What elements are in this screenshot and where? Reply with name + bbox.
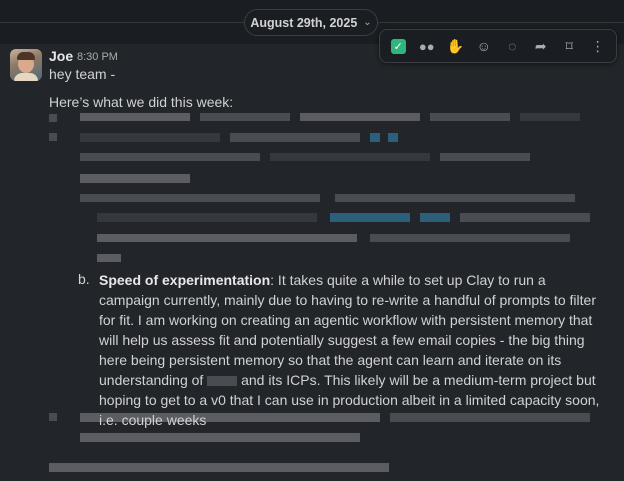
list-item-marker: b.: [78, 271, 90, 287]
message-greeting: hey team -: [49, 66, 116, 82]
forward-arrow-icon: ➦: [534, 37, 547, 54]
save-message-button[interactable]: ⌑: [557, 34, 581, 58]
speech-bubble-icon: ◌: [508, 38, 517, 54]
message-actions-toolbar: ✓ ●● ✋ ☺ ◌ ➦ ⌑ ⋮: [379, 29, 617, 63]
redacted-word: [207, 376, 238, 387]
date-jump-button[interactable]: August 29th, 2025 ⌄: [244, 9, 378, 36]
message-timestamp[interactable]: 8:30 PM: [77, 51, 118, 63]
date-label: August 29th, 2025: [250, 15, 358, 30]
check-icon: ✓: [390, 38, 406, 54]
eyes-reaction-button[interactable]: ●●: [415, 34, 439, 58]
raised-hands-reaction-button[interactable]: ✋: [443, 34, 467, 58]
vertical-ellipsis-icon: ⋮: [590, 37, 605, 54]
chevron-down-icon: ⌄: [363, 17, 372, 28]
add-emoji-icon: ☺: [476, 38, 491, 54]
reply-in-thread-button[interactable]: ◌: [500, 34, 524, 58]
sender-name[interactable]: Joe: [49, 48, 73, 64]
avatar[interactable]: [10, 49, 42, 81]
list-item-b-text: Speed of experimentation: It takes quite…: [99, 270, 609, 430]
more-actions-button[interactable]: ⋮: [586, 34, 610, 58]
eyes-icon: ●●: [418, 38, 435, 54]
bookmark-icon: ⌑: [565, 37, 573, 54]
share-message-button[interactable]: ➦: [529, 34, 553, 58]
raised-hands-icon: ✋: [446, 37, 464, 54]
completed-reaction-button[interactable]: ✓: [386, 34, 410, 58]
list-item-text-before: : It takes quite a while to set up Clay …: [99, 272, 596, 388]
list-item-title: Speed of experimentation: [99, 272, 271, 288]
message-intro: Here’s what we did this week:: [49, 94, 234, 110]
add-reaction-button[interactable]: ☺: [472, 34, 496, 58]
